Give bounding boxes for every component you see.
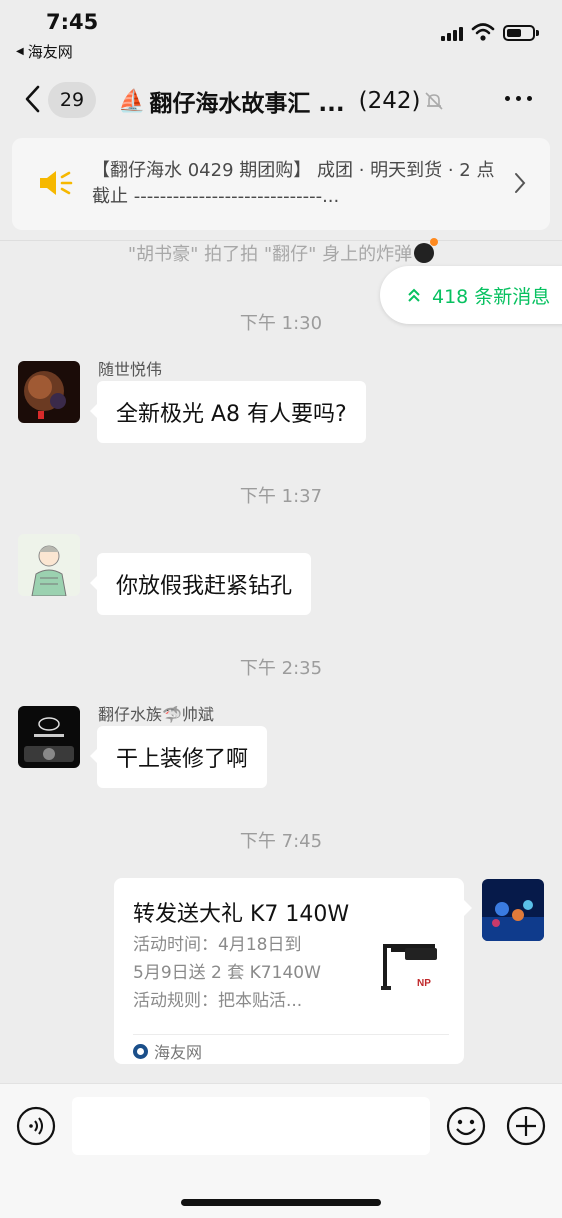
- back-chevron-icon[interactable]: [22, 84, 46, 114]
- add-plus-icon[interactable]: [506, 1106, 546, 1146]
- card-source: 海友网: [133, 1039, 202, 1063]
- double-up-icon: [408, 288, 420, 302]
- avatar[interactable]: [18, 361, 80, 423]
- card-thumbnail: NP: [377, 938, 449, 1010]
- timestamp: 下午 1:30: [239, 313, 323, 334]
- sender-name: 翻仔水族🦈帅斌: [98, 705, 214, 724]
- card-source-label: 海友网: [154, 1043, 203, 1062]
- unread-count-badge[interactable]: 29: [48, 82, 96, 118]
- mute-bell-icon: [424, 92, 443, 110]
- chat-header: 29 ⛵ 翻仔海水故事汇 ... (242): [0, 72, 562, 128]
- timestamp: 下午 2:35: [239, 658, 323, 679]
- message-bubble[interactable]: 你放假我赶紧钻孔: [89, 553, 312, 615]
- group-name: 翻仔海水故事汇 ...: [149, 91, 345, 117]
- new-messages-label: 418 条新消息: [432, 285, 551, 308]
- card-desc-line: 活动时间：4月18日到: [133, 935, 302, 955]
- status-bar: 7:45 ◀ 海友网: [0, 0, 562, 66]
- message-input[interactable]: [72, 1097, 430, 1155]
- avatar[interactable]: [18, 706, 80, 768]
- my-avatar[interactable]: [482, 879, 544, 941]
- home-indicator[interactable]: [181, 1199, 381, 1206]
- timestamp: 下午 7:45: [239, 831, 323, 852]
- message-bubble[interactable]: 干上装修了啊: [89, 726, 268, 788]
- card-title: 转发送大礼 K7 140W: [133, 902, 350, 927]
- system-message-text: "胡书豪" 拍了拍 "翻仔" 身上的炸弹: [127, 244, 413, 265]
- system-message: "胡书豪" 拍了拍 "翻仔" 身上的炸弹: [0, 238, 562, 266]
- card-desc-line: 活动规则：把本贴活...: [133, 991, 303, 1011]
- source-logo-icon: [133, 1043, 148, 1059]
- speaker-icon: [40, 171, 73, 195]
- timestamp: 下午 1:37: [239, 486, 323, 507]
- input-bar: [0, 1083, 562, 1218]
- sailboat-icon: ⛵: [118, 88, 146, 114]
- more-options-icon[interactable]: [505, 96, 532, 101]
- clock: 7:45: [46, 10, 99, 34]
- card-description: 活动时间：4月18日到 5月9日送 2 套 K7140W 活动规则：把本贴活..…: [133, 931, 353, 1015]
- card-desc-line: 5月9日送 2 套 K7140W: [133, 963, 321, 983]
- message-bubble[interactable]: 全新极光 A8 有人要吗?: [90, 381, 366, 443]
- shared-link-card[interactable]: 转发送大礼 K7 140W 活动时间：4月18日到 5月9日送 2 套 K714…: [114, 878, 472, 1064]
- back-app-label: 海友网: [27, 43, 73, 61]
- svg-text:NP: NP: [417, 978, 431, 989]
- member-count: (242): [358, 88, 421, 114]
- group-announcement[interactable]: 【翻仔海水 0429 期团购】 成团 · 明天到货 · 2 点截止 ------…: [12, 138, 550, 230]
- announcement-text: 【翻仔海水 0429 期团购】 成团 · 明天到货 · 2 点截止 ------…: [92, 160, 495, 207]
- signal-icon: [441, 27, 463, 41]
- battery-icon: [503, 25, 539, 41]
- bomb-icon: [414, 238, 439, 263]
- chat-title[interactable]: ⛵ 翻仔海水故事汇 ... (242): [118, 84, 445, 118]
- wifi-icon: [471, 23, 495, 41]
- back-triangle-icon: ◀: [16, 46, 24, 57]
- avatar[interactable]: [18, 534, 80, 596]
- back-to-app-link[interactable]: ◀ 海友网: [16, 41, 73, 62]
- chevron-right-icon: [515, 173, 526, 193]
- voice-input-icon[interactable]: [16, 1106, 56, 1146]
- sender-name: 随世悦伟: [98, 360, 163, 379]
- emoji-icon[interactable]: [446, 1106, 486, 1146]
- card-separator: [133, 1034, 449, 1035]
